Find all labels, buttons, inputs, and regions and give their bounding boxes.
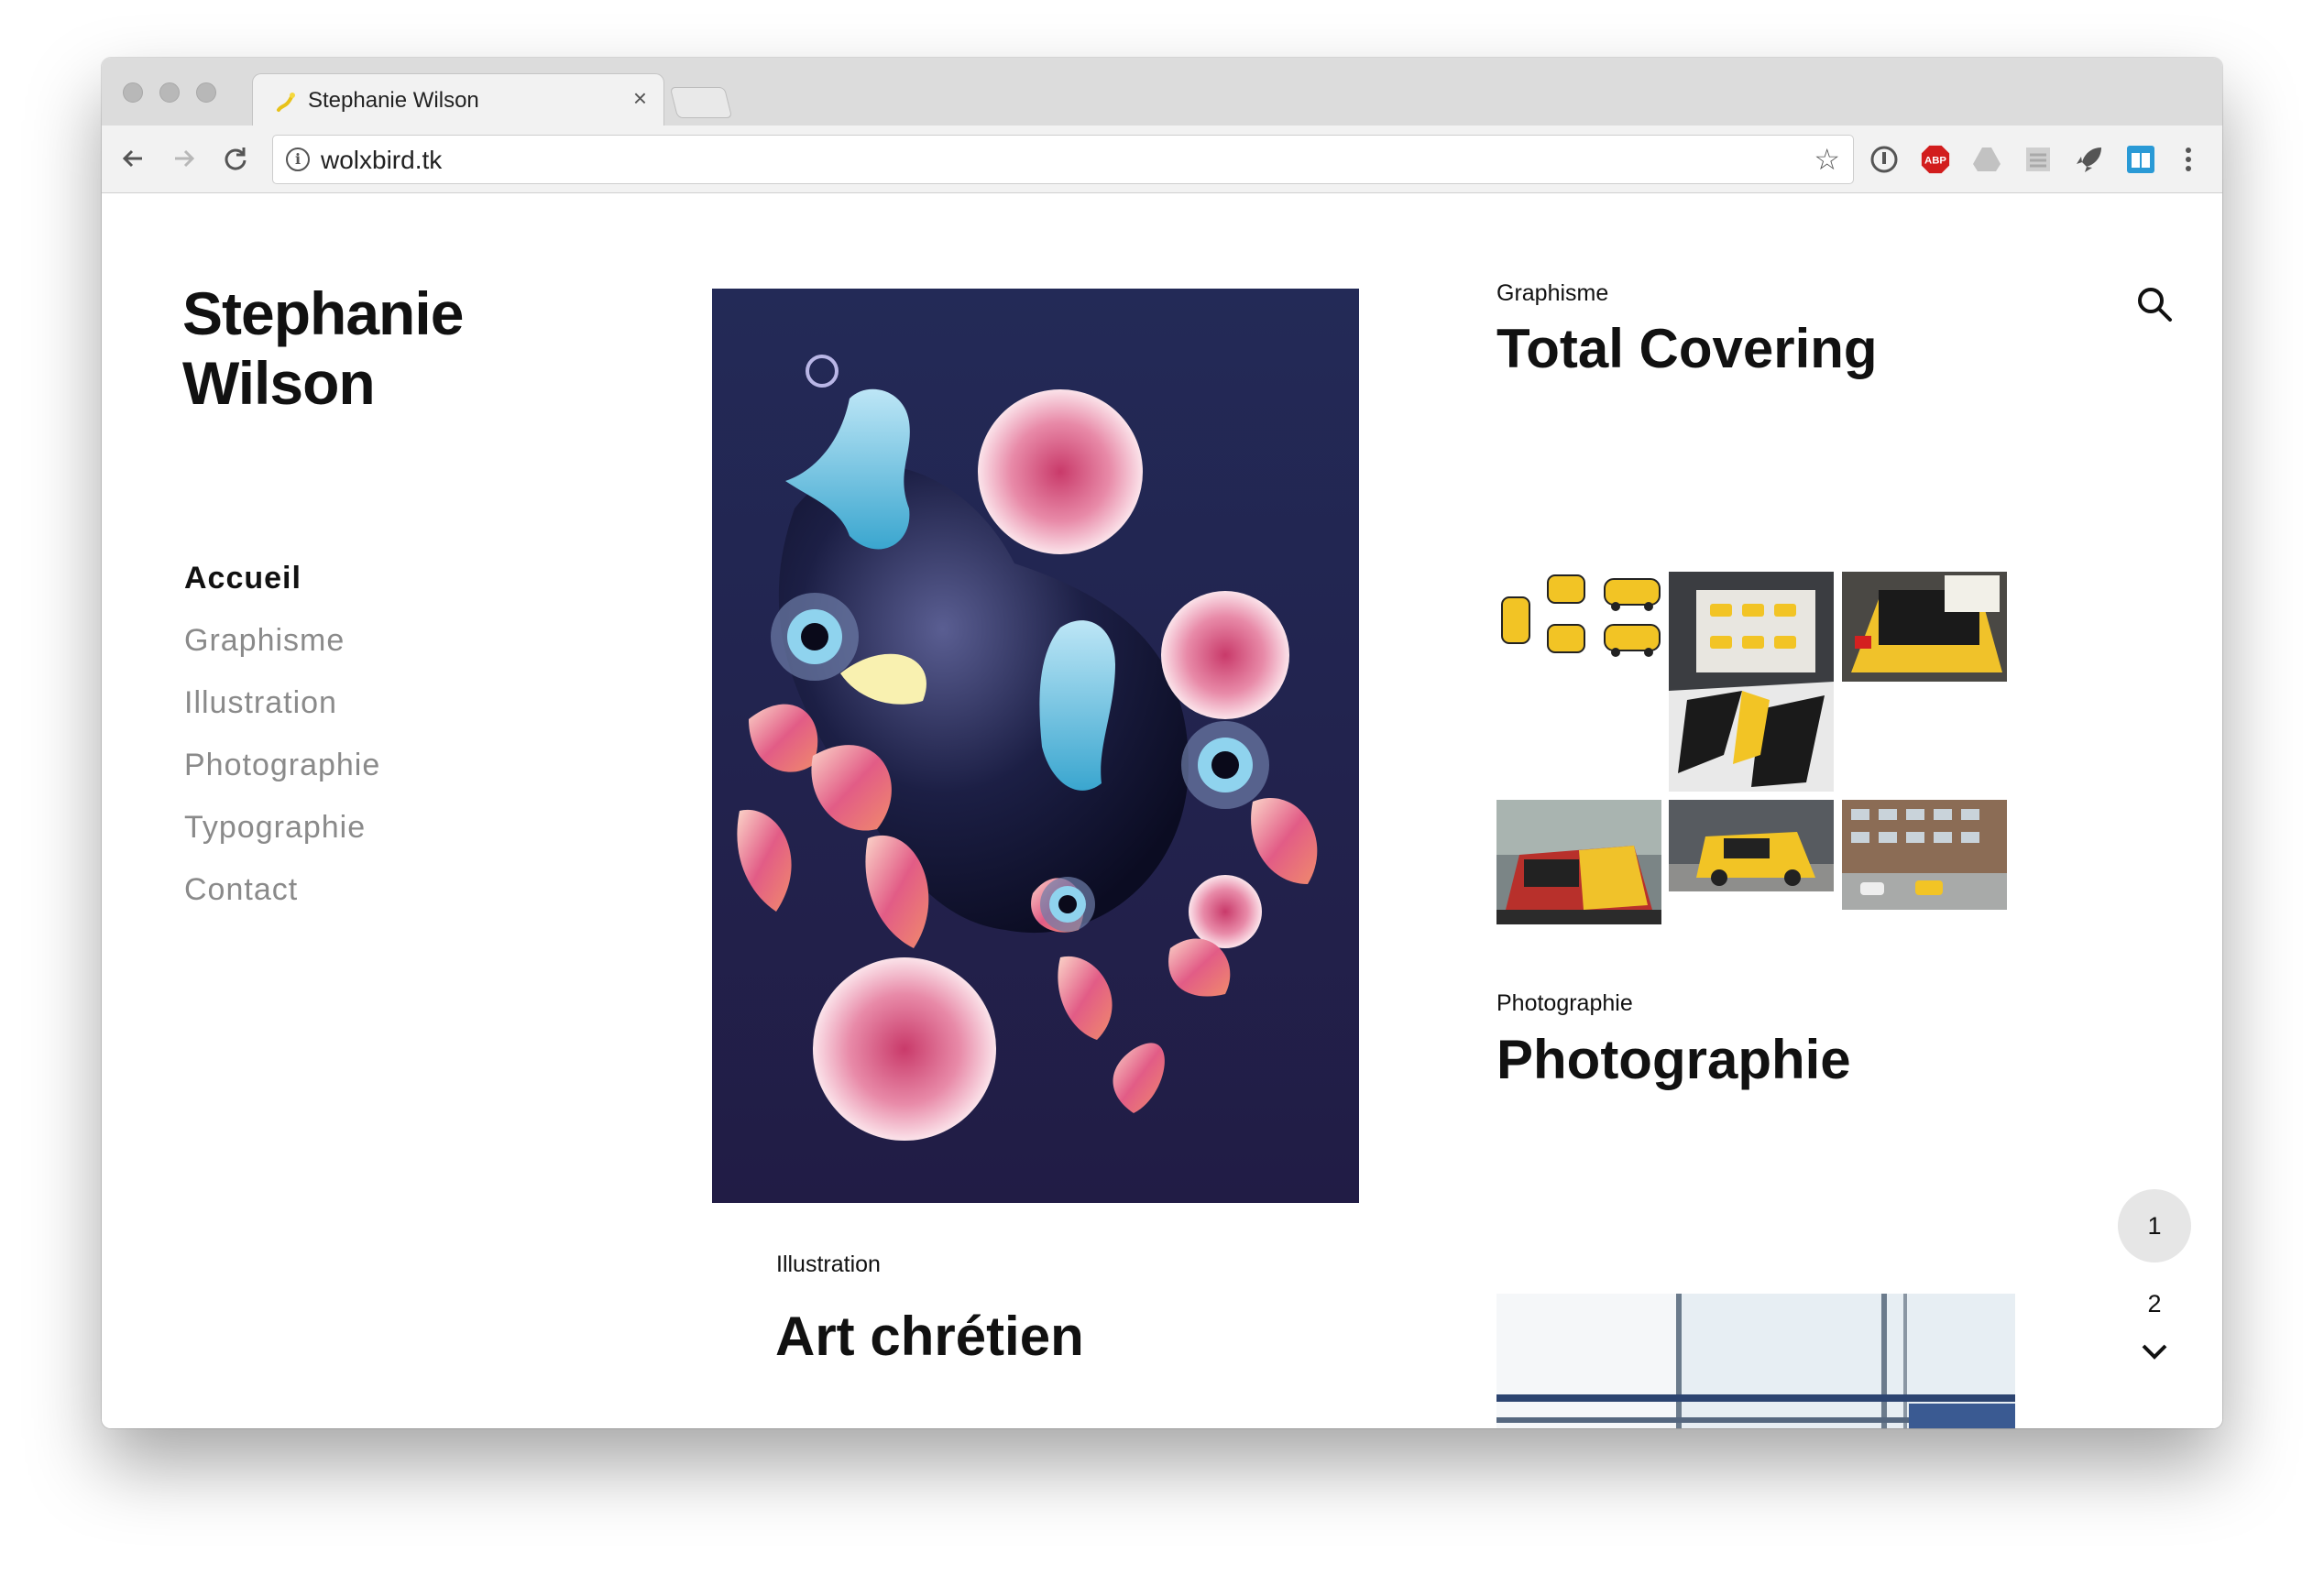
pagination-page-2[interactable]: 2 [2118,1281,2191,1327]
forward-button[interactable] [164,138,204,179]
url-text[interactable]: wolxbird.tk [321,146,442,175]
rocket-icon[interactable] [2074,144,2105,175]
tab-close-icon[interactable]: × [633,86,647,110]
adblock-plus-icon[interactable]: ABP [1920,144,1951,175]
reload-button[interactable] [215,138,256,179]
photo-post-title[interactable]: Photographie [1496,1028,1851,1091]
browser-tab[interactable]: Stephanie Wilson × [252,73,664,126]
nav-item-graphisme[interactable]: Graphisme [184,623,380,685]
nav-item-contact[interactable]: Contact [184,872,380,935]
tab-title: Stephanie Wilson [308,88,479,113]
browser-window: Stephanie Wilson × i wolxbird.tk ☆ ABP S… [102,58,2222,1428]
more-icon[interactable] [2173,144,2204,175]
minimize-window-button[interactable] [159,82,180,103]
nav-item-typographie[interactable]: Typographie [184,810,380,872]
gallery-thumbnail[interactable] [1496,800,1661,924]
reload-icon [225,148,247,170]
chevron-down-icon[interactable] [2138,1335,2171,1368]
main-nav: Accueil Graphisme Illustration Photograp… [184,561,380,935]
graphisme-post-category[interactable]: Graphisme [1496,280,1608,307]
back-arrow-icon [122,149,142,168]
nav-item-accueil[interactable]: Accueil [184,561,380,623]
info-icon[interactable]: i [286,148,310,171]
zoom-window-button[interactable] [196,82,216,103]
close-window-button[interactable] [123,82,143,103]
star-icon[interactable]: ☆ [1814,142,1840,177]
reader-icon[interactable] [2125,144,2156,175]
new-tab-button[interactable] [669,87,733,118]
gallery-thumbnail[interactable] [1669,800,1834,891]
featured-post-category[interactable]: Illustration [776,1252,881,1278]
search-icon[interactable] [2134,284,2175,324]
password-extension-icon[interactable] [1869,144,1900,175]
nav-item-photographie[interactable]: Photographie [184,748,380,810]
gallery-thumbnail[interactable] [1496,572,1661,682]
site-favicon-icon [277,93,295,112]
gallery-thumbnail[interactable] [1669,572,1834,792]
address-bar[interactable]: i wolxbird.tk ☆ [272,135,1854,184]
graphisme-post-title[interactable]: Total Covering [1496,317,1878,380]
pagination-current-page[interactable]: 1 [2118,1189,2191,1262]
forward-arrow-icon [175,149,195,168]
site-title[interactable]: Stephanie Wilson [182,279,464,418]
nav-item-illustration[interactable]: Illustration [184,685,380,748]
title-bar: Stephanie Wilson × [102,58,2222,126]
browser-toolbar: i wolxbird.tk ☆ ABP [102,126,2222,193]
stack-extension-icon[interactable] [2023,144,2054,175]
gallery-thumbnail[interactable] [1842,800,2007,910]
drive-icon[interactable] [1971,144,2002,175]
page-content: Stephanie Wilson Accueil Graphisme Illus… [102,194,2222,1428]
photo-post-category[interactable]: Photographie [1496,990,1633,1017]
gallery-thumbnail[interactable] [1842,572,2007,682]
adblock-label: ABP [1924,156,1946,167]
featured-post-title[interactable]: Art chrétien [775,1305,1084,1368]
back-button[interactable] [113,138,153,179]
featured-illustration-image[interactable] [712,289,1359,1203]
photo-post-image[interactable] [1496,1294,2015,1428]
